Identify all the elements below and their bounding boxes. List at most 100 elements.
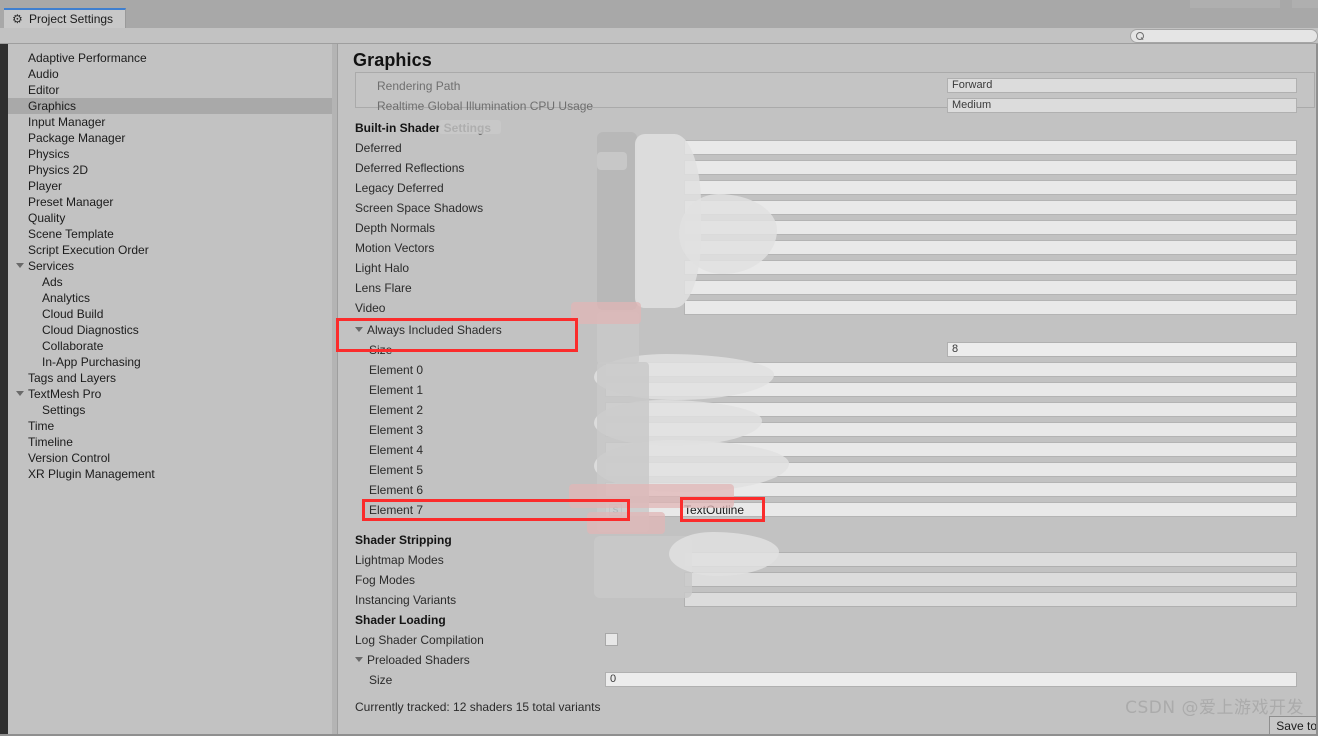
sidebar-item-label: Graphics xyxy=(28,99,77,113)
builtin-row-object-field[interactable] xyxy=(684,180,1297,195)
sidebar-item-xr-plugin-management[interactable]: XR Plugin Management xyxy=(8,466,337,482)
sidebar-item-tags-and-layers[interactable]: Tags and Layers xyxy=(8,370,337,386)
sidebar-item-player[interactable]: Player xyxy=(8,178,337,194)
builtin-row-object-field[interactable] xyxy=(684,240,1297,255)
row-motion-vectors[interactable]: Motion Vectors xyxy=(339,238,1318,258)
builtin-row-object-field[interactable] xyxy=(684,200,1297,215)
sidebar-item-label: Cloud Diagnostics xyxy=(42,323,139,337)
stripping-row-value[interactable] xyxy=(684,552,1297,567)
rtgi-cpu-usage-value[interactable]: Medium xyxy=(947,98,1297,113)
sidebar-item-input-manager[interactable]: Input Manager xyxy=(8,114,337,130)
row-always-included-shaders[interactable]: Always Included Shaders xyxy=(339,320,1318,340)
sidebar-item-settings[interactable]: Settings xyxy=(8,402,337,418)
row-element-7[interactable]: Element 7 S TextOutline xyxy=(339,500,1318,520)
row-depth-normals[interactable]: Depth Normals xyxy=(339,218,1318,238)
sidebar-item-physics-2d[interactable]: Physics 2D xyxy=(8,162,337,178)
sidebar-item-analytics[interactable]: Analytics xyxy=(8,290,337,306)
chevron-down-icon[interactable] xyxy=(355,657,363,662)
sidebar-item-time[interactable]: Time xyxy=(8,418,337,434)
row-fog-modes[interactable]: Fog Modes xyxy=(339,570,1318,590)
search-toolbar xyxy=(0,28,1318,44)
sidebar-item-collaborate[interactable]: Collaborate xyxy=(8,338,337,354)
row-element-6[interactable]: Element 6 xyxy=(339,480,1318,500)
sidebar-item-adaptive-performance[interactable]: Adaptive Performance xyxy=(8,50,337,66)
builtin-row-label: Video xyxy=(355,301,386,315)
builtin-row-object-field[interactable] xyxy=(684,300,1297,315)
element-row-object-field[interactable] xyxy=(605,362,1297,377)
row-instancing-variants[interactable]: Instancing Variants xyxy=(339,590,1318,610)
row-preloaded-size[interactable]: Size 0 xyxy=(339,670,1318,690)
sidebar-item-label: Editor xyxy=(28,83,60,97)
row-legacy-deferred[interactable]: Legacy Deferred xyxy=(339,178,1318,198)
row-always-included-size[interactable]: Size 8 xyxy=(339,340,1318,360)
element-row-object-field[interactable] xyxy=(605,422,1297,437)
sidebar-item-package-manager[interactable]: Package Manager xyxy=(8,130,337,146)
sidebar-scrollbar-thumb[interactable] xyxy=(332,44,337,734)
sidebar-item-cloud-build[interactable]: Cloud Build xyxy=(8,306,337,322)
element-row-object-field[interactable] xyxy=(605,382,1297,397)
row-video[interactable]: Video xyxy=(339,298,1318,318)
sidebar-item-timeline[interactable]: Timeline xyxy=(8,434,337,450)
sidebar-item-scene-template[interactable]: Scene Template xyxy=(8,226,337,242)
row-preloaded-shaders[interactable]: Preloaded Shaders xyxy=(339,650,1318,670)
sidebar-item-graphics[interactable]: Graphics xyxy=(8,98,337,114)
sidebar-item-audio[interactable]: Audio xyxy=(8,66,337,82)
tab-project-settings[interactable]: ⚙ Project Settings xyxy=(4,8,127,28)
element-row-object-field[interactable] xyxy=(605,402,1297,417)
element-row-object-field[interactable] xyxy=(605,482,1297,497)
sidebar-item-script-execution-order[interactable]: Script Execution Order xyxy=(8,242,337,258)
search-input[interactable] xyxy=(1145,30,1305,42)
sidebar-item-label: Analytics xyxy=(42,291,91,305)
sidebar-item-ads[interactable]: Ads xyxy=(8,274,337,290)
chevron-down-icon[interactable] xyxy=(16,263,24,268)
stripping-row-value[interactable] xyxy=(684,572,1297,587)
sidebar-scrollbar[interactable] xyxy=(332,44,337,736)
builtin-row-label: Lens Flare xyxy=(355,281,412,295)
always-included-size-input[interactable]: 8 xyxy=(947,342,1297,357)
sidebar-item-textmesh-pro[interactable]: TextMesh Pro xyxy=(8,386,337,402)
sidebar-item-editor[interactable]: Editor xyxy=(8,82,337,98)
row-deferred-reflections[interactable]: Deferred Reflections xyxy=(339,158,1318,178)
element-row-object-field[interactable] xyxy=(605,462,1297,477)
builtin-row-object-field[interactable] xyxy=(684,220,1297,235)
chevron-down-icon[interactable] xyxy=(16,391,24,396)
rendering-path-value[interactable]: Forward xyxy=(947,78,1297,93)
row-element-1[interactable]: Element 1 xyxy=(339,380,1318,400)
row-element-2[interactable]: Element 2 xyxy=(339,400,1318,420)
row-element-3[interactable]: Element 3 xyxy=(339,420,1318,440)
row-rtgi-cpu-usage[interactable]: Realtime Global Illumination CPU Usage M… xyxy=(339,96,1318,116)
sidebar-item-quality[interactable]: Quality xyxy=(8,210,337,226)
sidebar-item-in-app-purchasing[interactable]: In-App Purchasing xyxy=(8,354,337,370)
stripping-row-value[interactable] xyxy=(684,592,1297,607)
sidebar-item-preset-manager[interactable]: Preset Manager xyxy=(8,194,337,210)
row-screen-space-shadows[interactable]: Screen Space Shadows xyxy=(339,198,1318,218)
row-rendering-path[interactable]: Rendering Path Forward xyxy=(339,76,1318,96)
shader-asset-icon: S xyxy=(609,504,622,516)
row-lightmap-modes[interactable]: Lightmap Modes xyxy=(339,550,1318,570)
save-button[interactable]: Save to xyxy=(1269,716,1318,736)
sidebar-item-cloud-diagnostics[interactable]: Cloud Diagnostics xyxy=(8,322,337,338)
log-shader-compilation-checkbox[interactable] xyxy=(605,633,618,646)
builtin-row-object-field[interactable] xyxy=(684,280,1297,295)
element-row-object-field[interactable] xyxy=(605,442,1297,457)
chevron-down-icon[interactable] xyxy=(355,327,363,332)
element-row-value[interactable]: TextOutline xyxy=(684,502,744,518)
shader-loading-header: Shader Loading xyxy=(355,613,446,627)
builtin-row-object-field[interactable] xyxy=(684,160,1297,175)
row-light-halo[interactable]: Light Halo xyxy=(339,258,1318,278)
builtin-row-object-field[interactable] xyxy=(684,140,1297,155)
sidebar-item-services[interactable]: Services xyxy=(8,258,337,274)
sidebar-item-version-control[interactable]: Version Control xyxy=(8,450,337,466)
stripping-row-label: Instancing Variants xyxy=(355,593,457,607)
row-log-shader-compilation[interactable]: Log Shader Compilation xyxy=(339,630,1318,650)
sidebar-item-label: Audio xyxy=(28,67,59,81)
sidebar-item-physics[interactable]: Physics xyxy=(8,146,337,162)
row-deferred[interactable]: Deferred xyxy=(339,138,1318,158)
row-element-5[interactable]: Element 5 xyxy=(339,460,1318,480)
search-field[interactable] xyxy=(1130,29,1318,43)
row-element-4[interactable]: Element 4 xyxy=(339,440,1318,460)
row-element-0[interactable]: Element 0 xyxy=(339,360,1318,380)
row-lens-flare[interactable]: Lens Flare xyxy=(339,278,1318,298)
builtin-row-object-field[interactable] xyxy=(684,260,1297,275)
preloaded-size-input[interactable]: 0 xyxy=(605,672,1297,687)
